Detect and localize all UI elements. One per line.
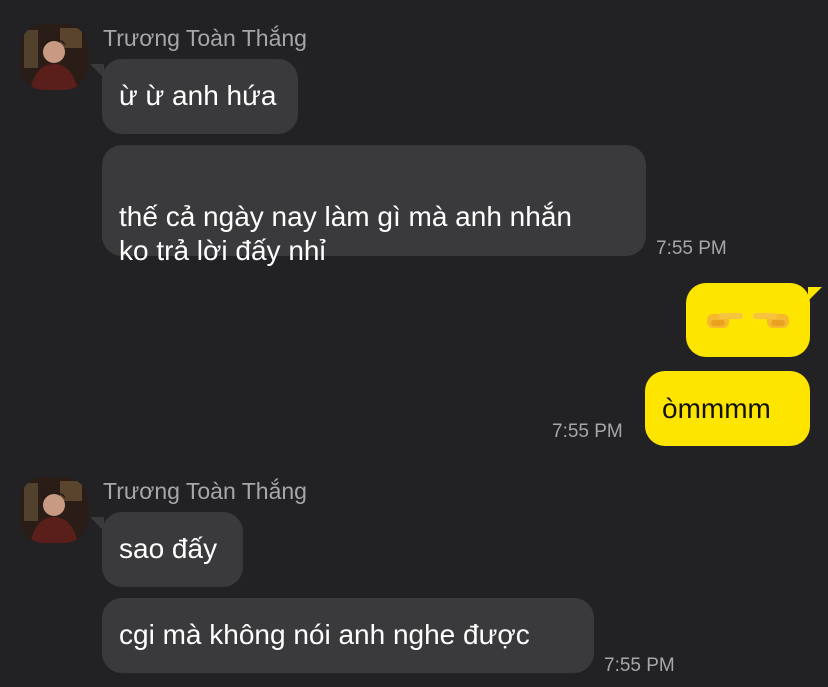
message-bubble[interactable]: cgi mà không nói anh nghe được bbox=[102, 598, 594, 673]
message-bubble[interactable]: ừ ừ anh hứa bbox=[102, 59, 298, 134]
emoji-row bbox=[703, 283, 793, 357]
message-text: cgi mà không nói anh nghe được bbox=[119, 619, 530, 650]
sender-name: Trương Toàn Thắng bbox=[103, 25, 307, 51]
sender-name: Trương Toàn Thắng bbox=[103, 478, 307, 504]
bubble-tail bbox=[90, 64, 104, 78]
message-timestamp: 7:55 PM bbox=[604, 655, 675, 676]
message-bubble-emoji[interactable] bbox=[686, 283, 810, 357]
message-text: thế cả ngày nay làm gì mà anh nhắn ko tr… bbox=[119, 201, 572, 266]
pointing-left-icon bbox=[753, 313, 789, 328]
bubble-tail bbox=[90, 517, 104, 531]
message-timestamp: 7:55 PM bbox=[552, 421, 623, 442]
avatar[interactable] bbox=[20, 477, 88, 543]
bubble-tail bbox=[808, 287, 822, 301]
avatar[interactable] bbox=[20, 24, 88, 90]
message-timestamp: 7:55 PM bbox=[656, 238, 727, 259]
message-bubble[interactable]: òmmmm bbox=[645, 371, 810, 446]
message-text: sao đấy bbox=[119, 533, 218, 564]
message-bubble[interactable]: thế cả ngày nay làm gì mà anh nhắn ko tr… bbox=[102, 145, 646, 266]
message-text: òmmmm bbox=[662, 393, 771, 424]
message-text: ừ ừ anh hứa bbox=[119, 80, 277, 111]
message-bubble[interactable]: sao đấy bbox=[102, 512, 243, 587]
pointing-right-icon bbox=[707, 313, 743, 328]
